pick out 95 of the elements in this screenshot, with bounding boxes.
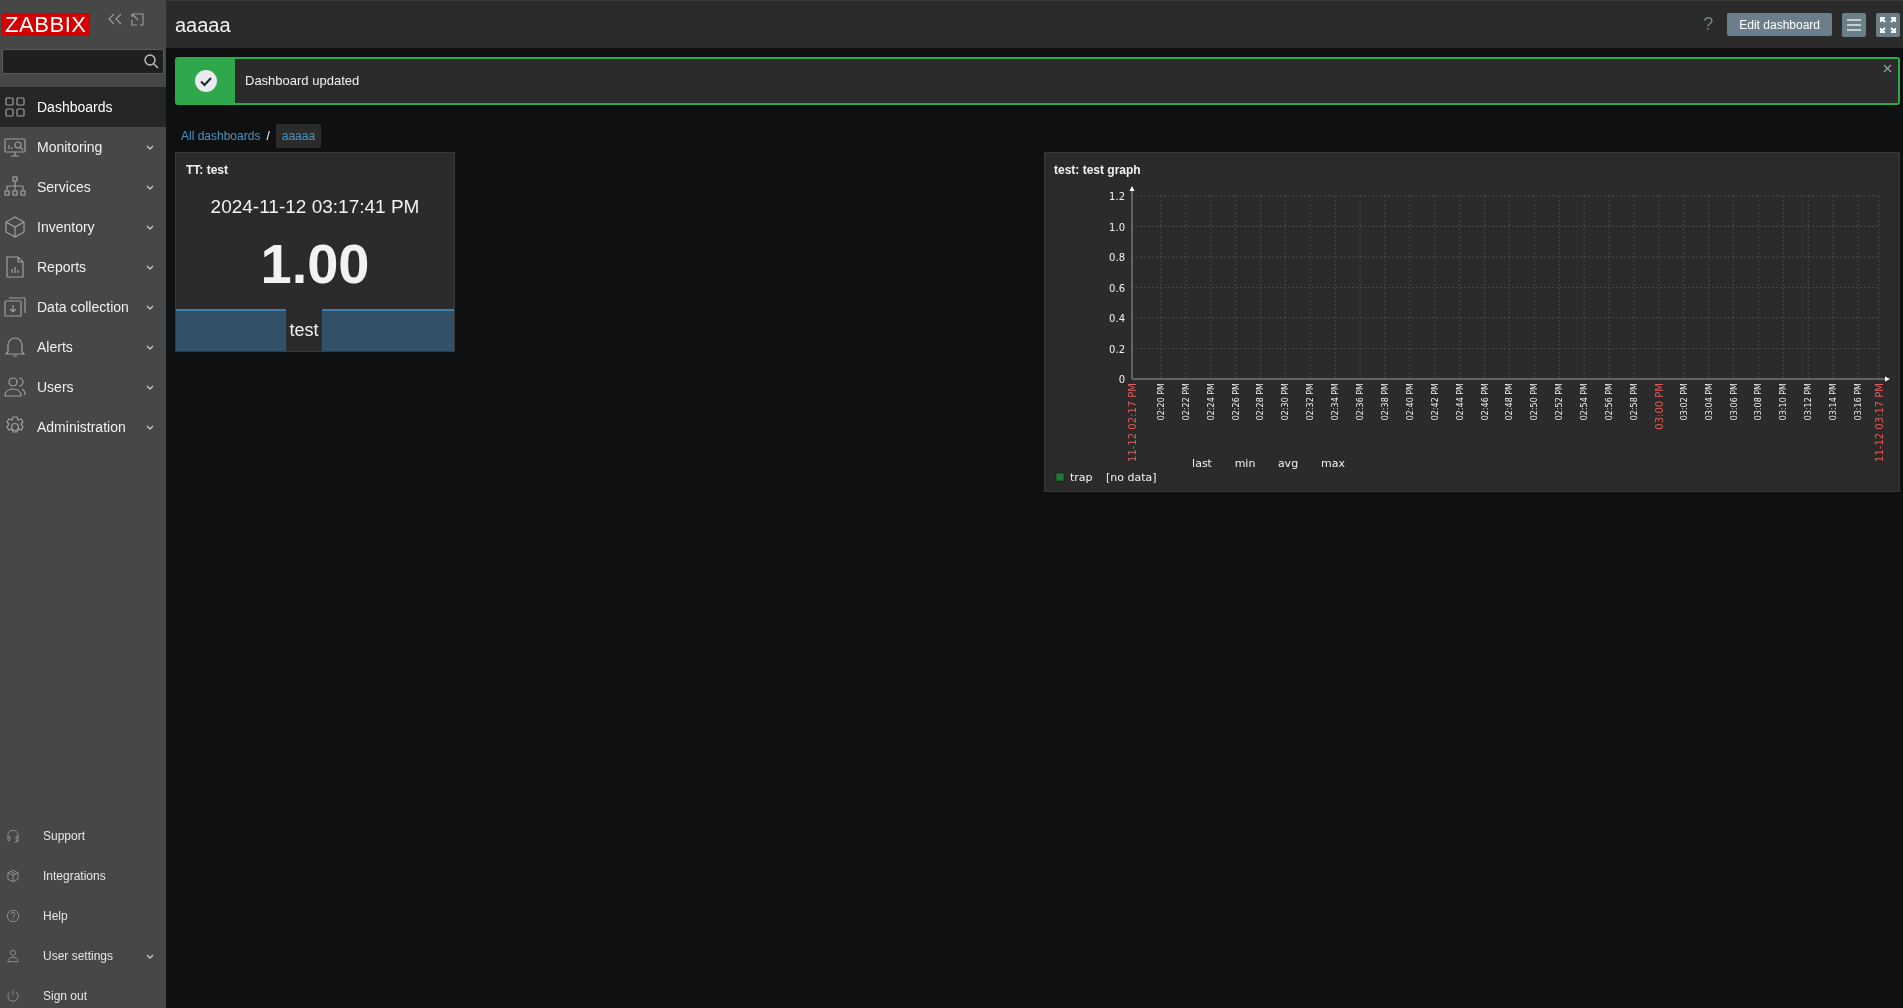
cube-icon: [6, 869, 20, 883]
kiosk-icon[interactable]: [130, 13, 144, 26]
breadcrumb-link[interactable]: aaaaa: [275, 124, 322, 148]
checkmark-icon: [195, 70, 217, 92]
y-tick-label: 1.0: [1109, 221, 1125, 233]
x-tick-label: 02:58 PM: [1630, 383, 1639, 421]
x-tick-label: 02:48 PM: [1505, 383, 1515, 421]
nav-item[interactable]: Users: [0, 367, 166, 407]
x-tick-label: 03:14 PM: [1829, 383, 1839, 421]
x-tick-label: 03:10 PM: [1779, 383, 1789, 421]
x-tick-label: 02:24 PM: [1206, 383, 1216, 421]
hierarchy-icon: [4, 176, 26, 198]
nav-item[interactable]: Data collection: [0, 287, 166, 327]
x-tick-label: 03:04 PM: [1704, 383, 1714, 421]
legend-column-heading: avg: [1277, 457, 1299, 470]
close-icon[interactable]: [1883, 64, 1892, 73]
x-tick-label: 02:20 PM: [1156, 383, 1166, 421]
timestamp: 2024-11-12 03:17:41 PM: [209, 195, 421, 219]
nav-item[interactable]: Support: [0, 816, 166, 856]
zabbix-logo[interactable]: ZABBIX: [2, 13, 90, 36]
page-title: aaaaa: [175, 12, 231, 38]
y-tick-label: 0.6: [1109, 282, 1125, 294]
y-tick-label: 0: [1118, 374, 1125, 385]
nav-item[interactable]: Dashboards: [0, 87, 166, 127]
widget-title: test: test graph: [1053, 162, 1142, 179]
x-tick-label: 02:32 PM: [1306, 383, 1316, 421]
x-tick-label: 02:40 PM: [1405, 383, 1415, 421]
legend-column-heading: max: [1321, 457, 1345, 470]
collapse-icon[interactable]: [107, 13, 122, 25]
x-tick-label: 02:46 PM: [1480, 383, 1490, 421]
grid-icon: [4, 96, 26, 118]
help-icon: [6, 909, 20, 923]
nav-item[interactable]: User settings: [0, 936, 166, 976]
cube-icon: [4, 216, 26, 238]
x-tick-label: 03:08 PM: [1754, 383, 1764, 421]
item-value: 1.00: [259, 235, 371, 292]
x-tick-label: 02:44 PM: [1455, 383, 1465, 421]
x-tick-label: 03:00 PM: [1653, 383, 1665, 430]
y-tick-label: 0.4: [1109, 313, 1125, 324]
x-tick-label: 11-12 03:17 PM: [1874, 383, 1885, 462]
bell-icon: [4, 336, 26, 358]
power-icon: [6, 989, 20, 1003]
x-tick-label: 02:52 PM: [1555, 383, 1565, 421]
x-tick-label: 03:06 PM: [1729, 383, 1739, 421]
y-tick-label: 0.2: [1109, 343, 1125, 355]
help-link[interactable]: ?: [1703, 11, 1714, 38]
x-tick-label: 02:28 PM: [1256, 383, 1266, 421]
x-tick-label: 11-12 02:17 PM: [1127, 383, 1138, 462]
nav-item[interactable]: Monitoring: [0, 127, 166, 167]
monitor-icon: [4, 136, 26, 158]
download-icon: [4, 296, 26, 318]
breadcrumb-link[interactable]: All dashboards: [181, 127, 261, 145]
fullscreen-icon: [1880, 16, 1896, 33]
nav-item[interactable]: Integrations: [0, 856, 166, 896]
item-label: test: [288, 319, 320, 342]
x-tick-label: 02:36 PM: [1356, 383, 1366, 421]
widget-title: TT: test: [185, 162, 229, 179]
menu-button[interactable]: [1842, 12, 1866, 37]
user-icon: [6, 949, 20, 963]
legend-status: [no data]: [1106, 471, 1157, 484]
nav-item[interactable]: Services: [0, 167, 166, 207]
x-tick-label: 02:26 PM: [1231, 383, 1241, 421]
legend-series-name: trap: [1070, 471, 1093, 484]
x-tick-label: 02:34 PM: [1331, 383, 1341, 421]
users-icon: [4, 376, 26, 398]
nav-item[interactable]: Alerts: [0, 327, 166, 367]
x-tick-label: 02:38 PM: [1381, 383, 1390, 421]
x-tick-label: 02:42 PM: [1430, 383, 1440, 421]
x-tick-label: 03:16 PM: [1854, 383, 1864, 421]
report-icon: [4, 256, 26, 278]
nav-item[interactable]: Sign out: [0, 976, 166, 1008]
x-tick-label: 03:02 PM: [1679, 383, 1689, 421]
nav-item[interactable]: Help: [0, 896, 166, 936]
x-tick-label: 02:50 PM: [1530, 383, 1540, 421]
y-tick-label: 0.8: [1109, 252, 1125, 263]
menu-icon: [1847, 18, 1861, 31]
x-tick-label: 02:54 PM: [1580, 383, 1590, 421]
x-tick-label: 02:22 PM: [1181, 383, 1191, 421]
search-field[interactable]: [2, 49, 164, 74]
nav-item[interactable]: Administration: [0, 407, 166, 447]
headset-icon: [6, 829, 20, 843]
nav-item[interactable]: Reports: [0, 247, 166, 287]
x-tick-label: 03:12 PM: [1804, 383, 1814, 421]
message-text: Dashboard updated: [245, 72, 360, 91]
x-tick-label: 02:30 PM: [1281, 383, 1291, 421]
y-tick-label: 1.2: [1109, 191, 1125, 202]
legend-swatch: [1055, 472, 1065, 482]
legend-column-heading: min: [1234, 457, 1256, 470]
breadcrumb-separator: /: [266, 128, 270, 145]
fullscreen-button[interactable]: [1876, 12, 1900, 37]
legend-column-heading: last: [1192, 457, 1212, 470]
x-tick-label: 02:56 PM: [1605, 383, 1615, 421]
nav-item[interactable]: Inventory: [0, 207, 166, 247]
edit-dashboard-button[interactable]: Edit dashboard: [1727, 13, 1832, 36]
search-icon: [144, 54, 159, 69]
